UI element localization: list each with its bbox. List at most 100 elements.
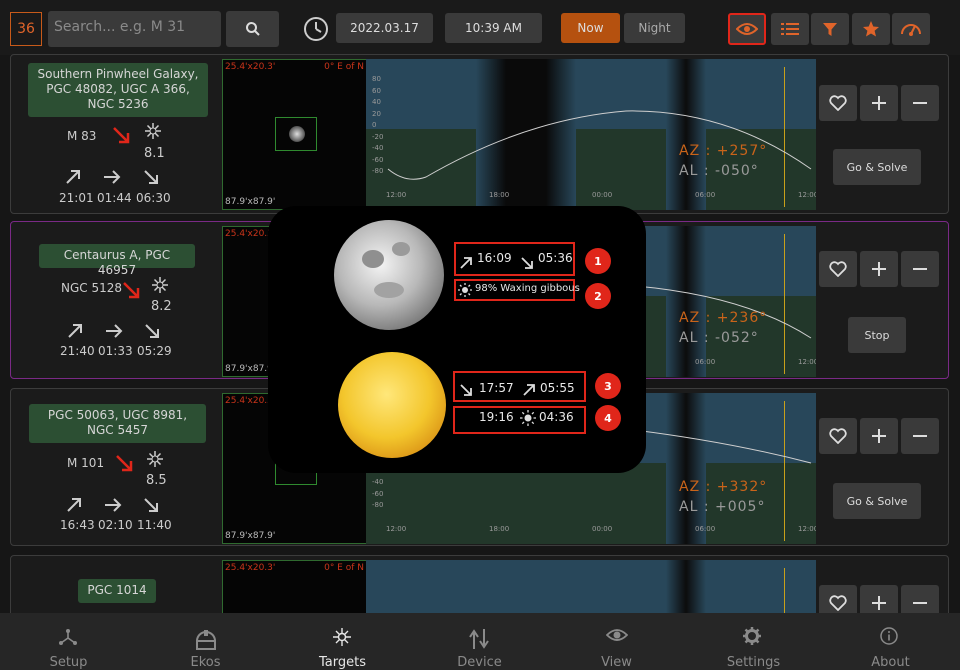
rise-icon bbox=[68, 324, 82, 338]
set-time: 05:29 bbox=[137, 344, 172, 358]
moon-phase-icon bbox=[458, 283, 472, 297]
search-button[interactable] bbox=[226, 11, 279, 47]
minus-icon bbox=[913, 602, 927, 604]
set-icon bbox=[144, 170, 158, 184]
filter-button[interactable] bbox=[811, 13, 849, 45]
azimuth-value: AZ : +332° bbox=[679, 479, 768, 495]
night-icon bbox=[463, 412, 470, 426]
x-tick-label: 12:00 bbox=[798, 525, 816, 533]
minus-icon bbox=[913, 268, 927, 270]
setting-arrow-icon bbox=[116, 455, 133, 472]
add-button[interactable] bbox=[860, 418, 898, 454]
nav-about[interactable]: About bbox=[822, 613, 959, 670]
y-tick-label: -80 bbox=[372, 501, 384, 509]
x-tick-label: 06:00 bbox=[695, 191, 716, 199]
sunset-time: 17:57 bbox=[479, 381, 514, 395]
go-solve-button[interactable]: Go & Solve bbox=[833, 483, 921, 519]
callout-badge-3: 3 bbox=[595, 373, 621, 399]
set-time: 06:30 bbox=[136, 191, 171, 205]
magnitude-value: 8.2 bbox=[151, 299, 172, 314]
altitude-value: AL : -052° bbox=[679, 330, 759, 346]
remove-button[interactable] bbox=[901, 85, 939, 121]
remove-button[interactable] bbox=[901, 418, 939, 454]
nav-label: About bbox=[871, 655, 910, 670]
transit-icon bbox=[106, 324, 123, 338]
rise-icon bbox=[66, 170, 80, 184]
now-button[interactable]: Now bbox=[561, 13, 620, 43]
visibility-button[interactable] bbox=[728, 13, 766, 45]
target-name: PGC 1014 bbox=[78, 579, 156, 603]
target-card-m83[interactable]: Southern Pinwheel Galaxy, PGC 48082, UGC… bbox=[10, 54, 949, 214]
nav-view[interactable]: View bbox=[548, 613, 685, 670]
targets-icon bbox=[333, 628, 351, 646]
transit-time: 01:33 bbox=[98, 344, 133, 358]
x-tick-label: 06:00 bbox=[695, 358, 716, 366]
star-icon bbox=[863, 21, 879, 37]
night-button[interactable]: Night bbox=[624, 13, 685, 43]
setting-arrow-icon bbox=[113, 127, 130, 144]
add-button[interactable] bbox=[860, 85, 898, 121]
favorite-button[interactable] bbox=[819, 418, 857, 454]
search-input[interactable]: Search... e.g. M 31 bbox=[48, 11, 221, 47]
azimuth-value: AZ : +257° bbox=[679, 143, 768, 159]
set-time: 11:40 bbox=[137, 518, 172, 532]
nav-ekos[interactable]: Ekos bbox=[137, 613, 274, 670]
target-id: NGC 5128 bbox=[61, 281, 123, 295]
nav-label: Targets bbox=[319, 655, 366, 670]
magnitude-icon bbox=[147, 451, 163, 467]
favorite-button[interactable] bbox=[819, 85, 857, 121]
remove-button[interactable] bbox=[901, 251, 939, 287]
size-label: 87.9'x87.9' bbox=[225, 197, 276, 207]
moonrise-time: 16:09 bbox=[477, 251, 512, 265]
plus-icon bbox=[872, 429, 886, 443]
y-tick-label: 60 bbox=[372, 86, 381, 95]
eye-icon bbox=[736, 23, 758, 35]
sort-icon bbox=[901, 24, 921, 36]
y-tick-label: 20 bbox=[372, 109, 381, 118]
clock-icon bbox=[304, 17, 328, 41]
x-tick-label: 12:00 bbox=[386, 191, 407, 199]
target-name: Southern Pinwheel Galaxy, PGC 48082, UGC… bbox=[28, 63, 208, 117]
add-button[interactable] bbox=[860, 251, 898, 287]
go-solve-button[interactable]: Go & Solve bbox=[833, 149, 921, 185]
search-icon bbox=[245, 22, 260, 36]
y-tick-label: -60 bbox=[372, 155, 384, 164]
nav-settings[interactable]: Settings bbox=[685, 613, 822, 670]
time-button[interactable]: 10:39 AM bbox=[445, 13, 542, 43]
callout-badge-1: 1 bbox=[585, 248, 611, 274]
x-tick-label: 18:00 bbox=[489, 191, 510, 199]
favorite-button[interactable] bbox=[819, 251, 857, 287]
rise-time: 16:43 bbox=[60, 518, 95, 532]
callout-badge-2: 2 bbox=[585, 283, 611, 309]
moonset-icon bbox=[521, 257, 533, 269]
favorites-button[interactable] bbox=[852, 13, 890, 45]
nav-setup[interactable]: Setup bbox=[0, 613, 137, 670]
plus-icon bbox=[872, 596, 886, 610]
nav-targets[interactable]: Targets bbox=[274, 613, 411, 670]
nav-device[interactable]: Device bbox=[411, 613, 548, 670]
y-tick-label: 80 bbox=[372, 75, 381, 83]
angle-label: 0° E of N bbox=[324, 62, 364, 72]
moonset-time: 05:36 bbox=[538, 251, 573, 265]
x-tick-label: 12:00 bbox=[798, 191, 816, 199]
filter-icon bbox=[823, 23, 837, 36]
stop-button[interactable]: Stop bbox=[848, 317, 906, 353]
sky-thumbnail[interactable]: 25.4'x20.3' 0° E of N 87.9'x87.9' bbox=[222, 59, 367, 210]
heart-icon bbox=[829, 95, 847, 111]
moon-phase-text: 98% Waxing gibbous bbox=[475, 283, 580, 294]
dawn-icon bbox=[520, 410, 536, 426]
target-name: Centaurus A, PGC 46957 bbox=[39, 244, 195, 277]
sort-button[interactable] bbox=[892, 13, 930, 45]
moon-image bbox=[334, 220, 444, 330]
transit-time: 01:44 bbox=[97, 191, 132, 205]
date-button[interactable]: 2022.03.17 bbox=[336, 13, 433, 43]
fov-label: 25.4'x20.3' bbox=[225, 62, 276, 72]
sunrise-time: 05:55 bbox=[540, 381, 575, 395]
list-button[interactable] bbox=[771, 13, 809, 45]
nav-label: View bbox=[601, 655, 632, 670]
altitude-graph[interactable]: AZ : +257° AL : -050° 80 60 40 20 0 -20 -40 -60… bbox=[366, 59, 816, 210]
heart-icon bbox=[829, 261, 847, 277]
altitude-curve bbox=[387, 110, 812, 180]
heart-icon bbox=[829, 428, 847, 444]
target-id: M 101 bbox=[67, 456, 105, 470]
